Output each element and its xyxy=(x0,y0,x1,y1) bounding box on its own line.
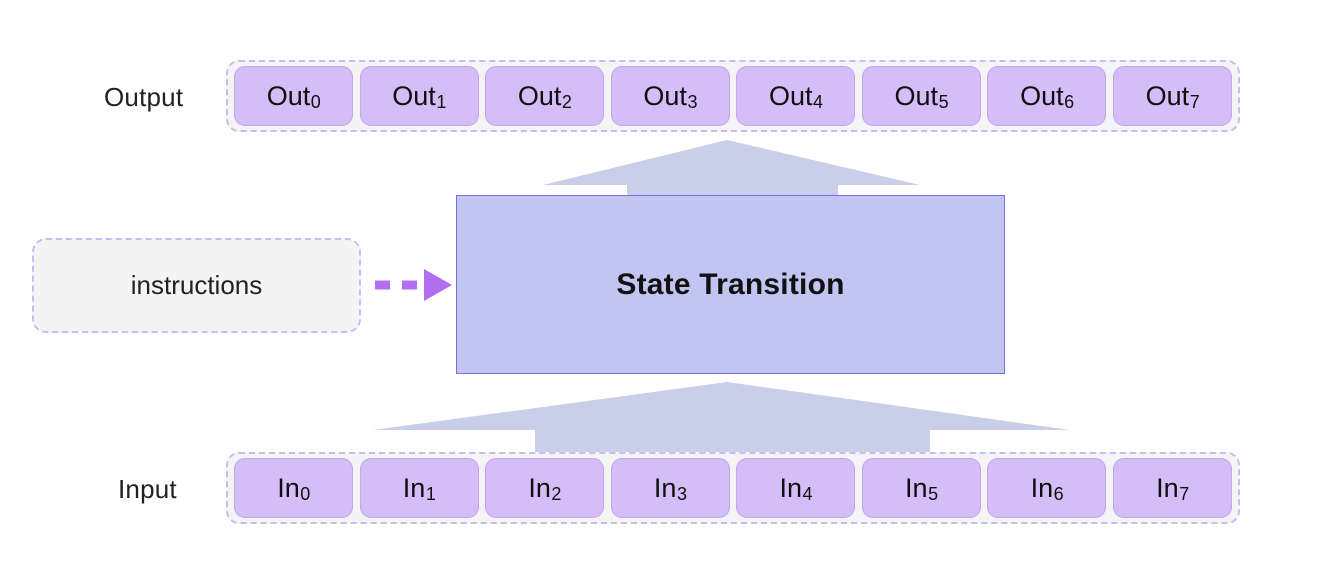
input-row-label: Input xyxy=(118,474,177,504)
output-token-0-subscript: 0 xyxy=(310,92,321,112)
output-token-1-subscript: 1 xyxy=(436,92,447,112)
output-token-4[interactable]: Out 4 xyxy=(736,66,856,126)
input-token-7-base: In xyxy=(1156,472,1179,503)
state-transition-title: State Transition xyxy=(616,267,845,301)
input-token-5[interactable]: In 5 xyxy=(861,458,981,518)
input-token-0[interactable]: In 0 xyxy=(234,458,353,518)
output-row-label: Output xyxy=(104,82,184,112)
output-token-4-subscript: 4 xyxy=(813,92,824,112)
output-token-2[interactable]: Out 2 xyxy=(485,66,605,126)
input-token-1-base: In xyxy=(402,472,426,503)
output-token-7[interactable]: Out 7 xyxy=(1112,66,1232,126)
input-token-2-base: In xyxy=(528,472,551,503)
output-token-1[interactable]: Out 1 xyxy=(359,66,479,126)
output-token-5-subscript: 5 xyxy=(938,92,949,112)
state-transition-diagram: Output Out 0 Out 1 Out 2 Out 3 Out 4 Out 5 Out… xyxy=(0,0,1327,564)
output-token-7-base: Out xyxy=(1145,80,1190,111)
output-token-2-base: Out xyxy=(517,80,562,111)
output-token-5-base: Out xyxy=(894,80,939,111)
instructions-block[interactable]: instructions xyxy=(32,238,361,333)
instructions-to-state-arrow xyxy=(375,269,452,301)
output-token-7-subscript: 7 xyxy=(1189,92,1200,112)
input-token-6[interactable]: In 6 xyxy=(987,458,1107,518)
output-token-0[interactable]: Out 0 xyxy=(234,66,353,126)
output-token-1-base: Out xyxy=(392,80,436,111)
output-token-6-subscript: 6 xyxy=(1064,92,1075,112)
input-token-7-subscript: 7 xyxy=(1179,484,1190,504)
input-token-4[interactable]: In 4 xyxy=(736,458,856,518)
state-transition-block[interactable]: State Transition xyxy=(456,195,1005,374)
input-token-4-base: In xyxy=(779,472,802,503)
input-token-3[interactable]: In 3 xyxy=(610,458,730,518)
output-token-3-base: Out xyxy=(643,80,687,111)
input-to-state-funnel-arrow xyxy=(373,382,1070,452)
output-token-5[interactable]: Out 5 xyxy=(861,66,981,126)
output-token-4-base: Out xyxy=(768,80,813,111)
input-token-2-subscript: 2 xyxy=(551,484,562,504)
input-token-5-subscript: 5 xyxy=(928,484,939,504)
input-token-3-base: In xyxy=(653,472,677,503)
output-token-strip: Out 0 Out 1 Out 2 Out 3 Out 4 Out 5 Out 6 Out 7 xyxy=(226,60,1240,132)
input-token-3-subscript: 3 xyxy=(676,484,687,504)
input-token-7[interactable]: In 7 xyxy=(1112,458,1232,518)
state-to-output-funnel-arrow xyxy=(543,140,920,195)
output-token-6-base: Out xyxy=(1020,80,1064,111)
output-token-3[interactable]: Out 3 xyxy=(610,66,730,126)
output-token-0-base: Out xyxy=(266,80,311,111)
input-token-1[interactable]: In 1 xyxy=(359,458,479,518)
input-token-5-base: In xyxy=(905,472,928,503)
instructions-label: instructions xyxy=(130,270,263,300)
output-token-3-subscript: 3 xyxy=(687,92,698,112)
input-token-0-base: In xyxy=(277,472,300,503)
input-token-0-subscript: 0 xyxy=(300,484,311,504)
output-token-6[interactable]: Out 6 xyxy=(987,66,1107,126)
input-token-strip: In 0 In 1 In 2 In 3 In 4 In 5 In 6 In 7 xyxy=(226,452,1240,524)
input-token-4-subscript: 4 xyxy=(802,484,813,504)
input-token-6-base: In xyxy=(1030,472,1054,503)
input-token-1-subscript: 1 xyxy=(425,484,436,504)
output-token-2-subscript: 2 xyxy=(561,92,572,112)
input-token-2[interactable]: In 2 xyxy=(485,458,605,518)
input-token-6-subscript: 6 xyxy=(1053,484,1064,504)
